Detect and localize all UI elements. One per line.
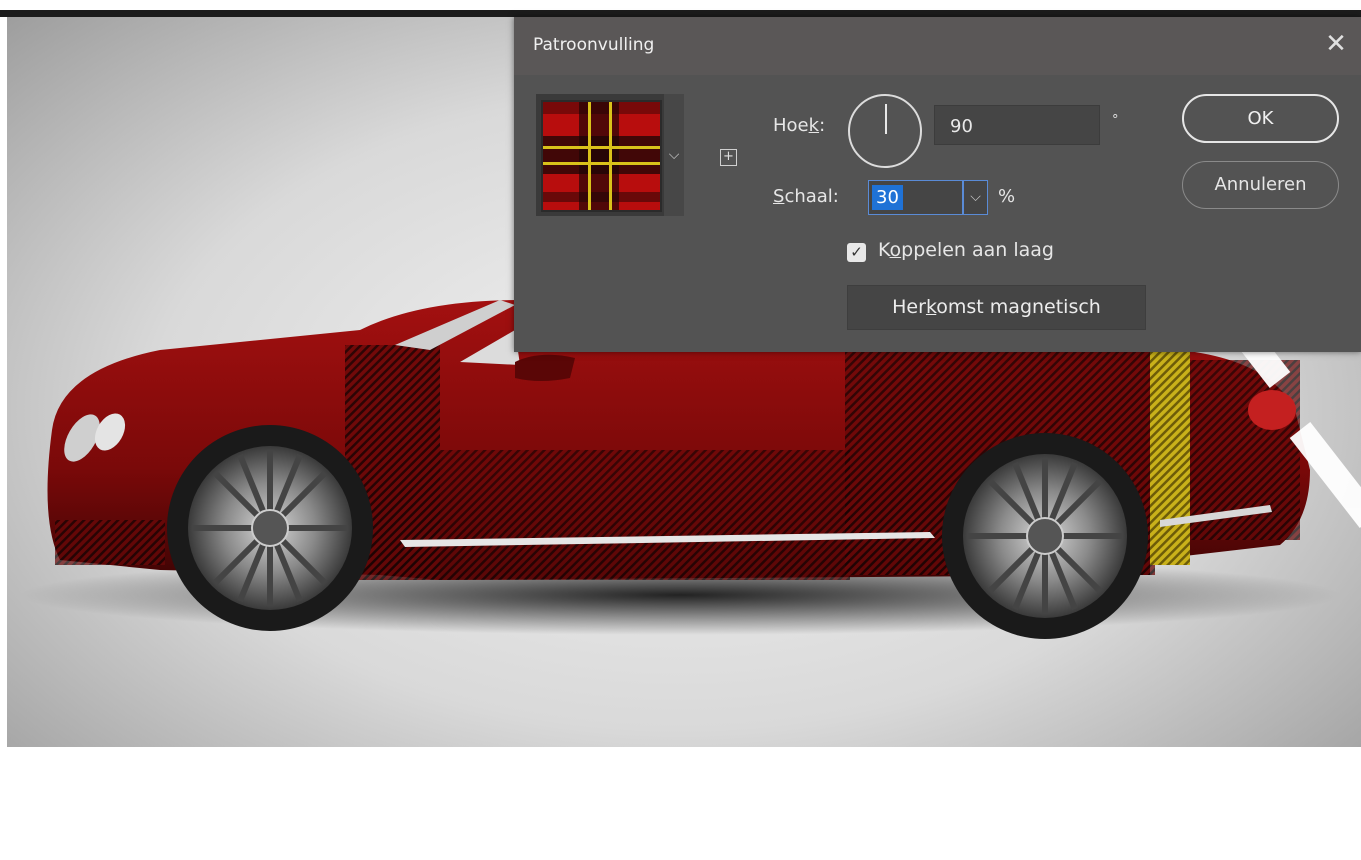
- angle-input[interactable]: 90: [934, 105, 1100, 145]
- scale-dropdown-icon[interactable]: ⌵: [963, 180, 988, 215]
- angle-label: Hoek:: [773, 115, 826, 136]
- dialog-titlebar[interactable]: Patroonvulling ✕: [514, 17, 1361, 75]
- cancel-button[interactable]: Annuleren: [1182, 161, 1339, 209]
- chevron-down-icon[interactable]: ⌵: [664, 94, 684, 216]
- pattern-swatch[interactable]: [541, 100, 662, 212]
- top-ruler: [0, 0, 1361, 10]
- degree-unit: °: [1112, 113, 1119, 128]
- scale-input[interactable]: 30: [868, 180, 963, 215]
- scale-value: 30: [872, 185, 903, 210]
- pattern-picker[interactable]: ⌵: [536, 94, 684, 216]
- dialog-title: Patroonvulling: [533, 35, 655, 55]
- ok-button[interactable]: OK: [1182, 94, 1339, 143]
- checkbox-check-icon[interactable]: ✓: [847, 243, 866, 262]
- left-border: [0, 17, 7, 747]
- snap-to-origin-button[interactable]: Herkomst magnetisch: [847, 285, 1146, 330]
- close-icon[interactable]: ✕: [1323, 29, 1349, 59]
- new-preset-icon[interactable]: +: [720, 149, 737, 166]
- tartan-pattern-preview: [543, 102, 660, 210]
- scale-label: Schaal:: [773, 186, 839, 207]
- top-border: [0, 10, 1361, 17]
- percent-unit: %: [998, 186, 1016, 207]
- angle-dial-icon[interactable]: [848, 94, 922, 168]
- pattern-fill-dialog: Patroonvulling ✕ ⌵ + Hoek: 90 ° Schaal: …: [514, 17, 1361, 352]
- link-with-layer-label[interactable]: Koppelen aan laag: [878, 239, 1054, 261]
